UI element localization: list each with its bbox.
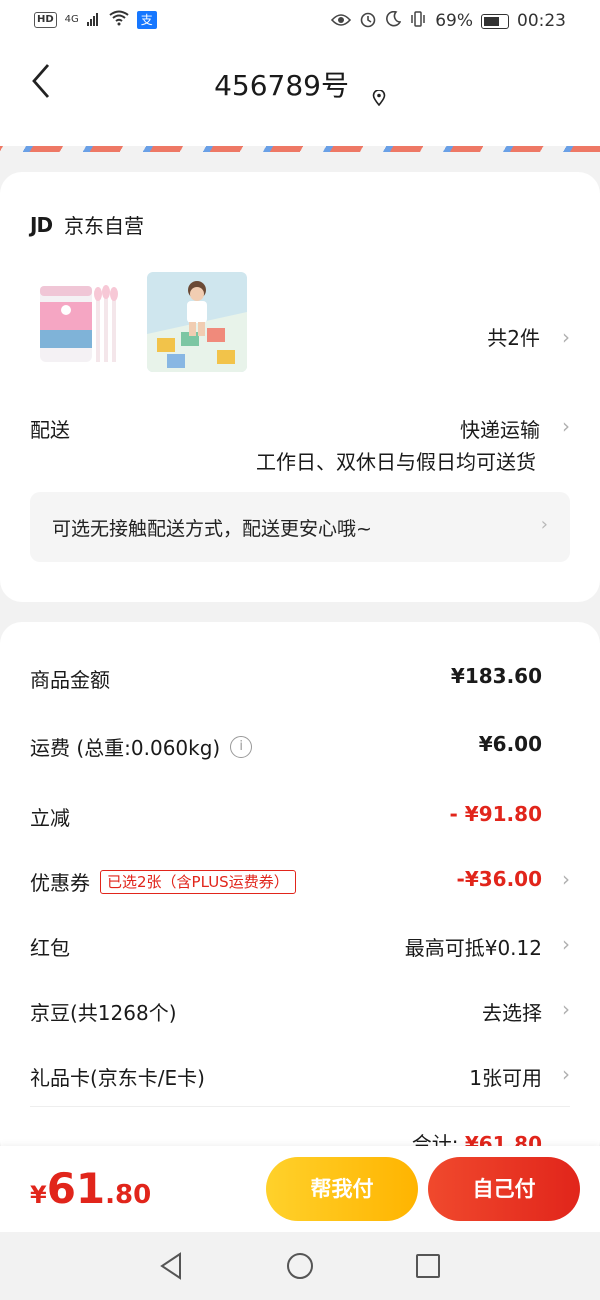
- shipping-value: ¥6.00: [478, 732, 542, 756]
- location-pin-icon[interactable]: [372, 80, 386, 107]
- status-bar: HD 4G 支 69% 00:23: [0, 0, 600, 40]
- page-title: 456789号: [214, 69, 349, 102]
- coupon-value: -¥36.00: [456, 867, 542, 891]
- alarm-icon: [359, 10, 377, 32]
- battery-percent: 69%: [435, 11, 473, 31]
- airmail-border-blue: [0, 146, 600, 152]
- goods-amount-value: ¥183.60: [450, 664, 542, 688]
- delivery-method: 快递运输: [460, 418, 540, 442]
- payment-bar: ¥61.80 帮我付 自己付: [0, 1146, 600, 1232]
- discount-row: 立减 - ¥91.80: [30, 802, 570, 842]
- shipping-label: 运费 (总重:0.060kg): [30, 736, 221, 760]
- chevron-right-icon: ›: [562, 997, 570, 1021]
- jd-beans-row[interactable]: 京豆(共1268个) 去选择 ›: [30, 997, 570, 1037]
- header: 456789号: [0, 40, 600, 146]
- self-pay-button[interactable]: 自己付: [428, 1157, 580, 1221]
- contactless-delivery-option[interactable]: 可选无接触配送方式，配送更安心哦~ ›: [30, 492, 570, 562]
- coupon-selected-tag: 已选2张（含PLUS运费券）: [100, 869, 296, 894]
- contactless-text: 可选无接触配送方式，配送更安心哦~: [52, 518, 372, 540]
- shop-name: 京东自营: [64, 214, 145, 238]
- product-image-play-mat[interactable]: [147, 272, 247, 372]
- info-icon[interactable]: i: [230, 735, 253, 758]
- square-recents-icon: [416, 1254, 440, 1278]
- goods-amount-label: 商品金额: [30, 668, 110, 692]
- coupon-row[interactable]: 优惠券 已选2张（含PLUS运费券） -¥36.00 ›: [30, 867, 570, 907]
- battery-icon: [481, 13, 509, 29]
- goods-amount-row: 商品金额 ¥183.60: [30, 664, 570, 704]
- discount-value: - ¥91.80: [449, 802, 542, 826]
- jd-beans-label: 京豆(共1268个): [30, 1001, 177, 1025]
- nav-back-button[interactable]: [156, 1250, 188, 1282]
- gift-card-row[interactable]: 礼品卡(京东卡/E卡) 1张可用 ›: [30, 1062, 570, 1102]
- shop-header: JD 京东自营: [30, 210, 144, 239]
- chevron-right-icon: ›: [562, 932, 570, 956]
- chevron-right-icon: ›: [540, 514, 548, 535]
- red-packet-value: 最高可抵¥0.12: [404, 936, 542, 960]
- chevron-right-icon: ›: [562, 1062, 570, 1086]
- gift-card-label: 礼品卡(京东卡/E卡): [30, 1066, 205, 1090]
- discount-label: 立减: [30, 806, 70, 830]
- moon-icon: [385, 10, 402, 31]
- jd-logo: JD: [30, 212, 53, 237]
- alipay-icon: 支: [136, 11, 157, 29]
- coupon-label: 优惠券: [30, 871, 90, 895]
- item-count-link[interactable]: 共2件 ›: [487, 322, 570, 351]
- total-integer: 61: [46, 1164, 106, 1213]
- hd-indicator: HD: [34, 12, 57, 28]
- nav-recents-button[interactable]: [412, 1250, 444, 1282]
- vibrate-icon: [409, 11, 427, 31]
- wifi-icon: [109, 10, 129, 30]
- total-price: ¥61.80: [30, 1164, 151, 1213]
- red-packet-row[interactable]: 红包 最高可抵¥0.12 ›: [30, 932, 570, 972]
- currency-symbol: ¥: [30, 1181, 47, 1209]
- total-decimal: .80: [105, 1180, 152, 1210]
- delivery-label: 配送: [30, 418, 70, 442]
- chevron-right-icon: ›: [562, 867, 570, 891]
- order-items-card: JD 京东自营 共2件 › 配送 快递运输 › 工作日、双休日与假日均可送货 可…: [0, 172, 600, 602]
- shipping-row: 运费 (总重:0.060kg) i ¥6.00: [30, 732, 570, 772]
- chevron-right-icon: ›: [562, 414, 570, 438]
- triangle-back-icon: [160, 1252, 181, 1280]
- system-nav-bar: [0, 1232, 600, 1300]
- clock: 00:23: [517, 11, 566, 31]
- help-pay-button[interactable]: 帮我付: [266, 1157, 418, 1221]
- red-packet-label: 红包: [30, 936, 70, 960]
- product-image-cotton-swabs[interactable]: [30, 272, 130, 372]
- delivery-method-link[interactable]: 快递运输 ›: [460, 414, 570, 443]
- chevron-right-icon: ›: [562, 324, 570, 349]
- gift-card-value: 1张可用: [469, 1066, 542, 1090]
- signal-icon: [86, 11, 101, 30]
- jd-beans-value: 去选择: [482, 1001, 542, 1025]
- eye-icon: [331, 12, 352, 31]
- divider: [30, 1106, 570, 1107]
- circle-home-icon: [287, 1253, 313, 1279]
- nav-home-button[interactable]: [284, 1250, 316, 1282]
- delivery-time: 工作日、双休日与假日均可送货: [256, 450, 536, 474]
- item-count: 共2件: [487, 326, 540, 350]
- network-indicator: 4G: [64, 14, 79, 25]
- price-summary-card: 商品金额 ¥183.60 运费 (总重:0.060kg) i ¥6.00 立减 …: [0, 622, 600, 1162]
